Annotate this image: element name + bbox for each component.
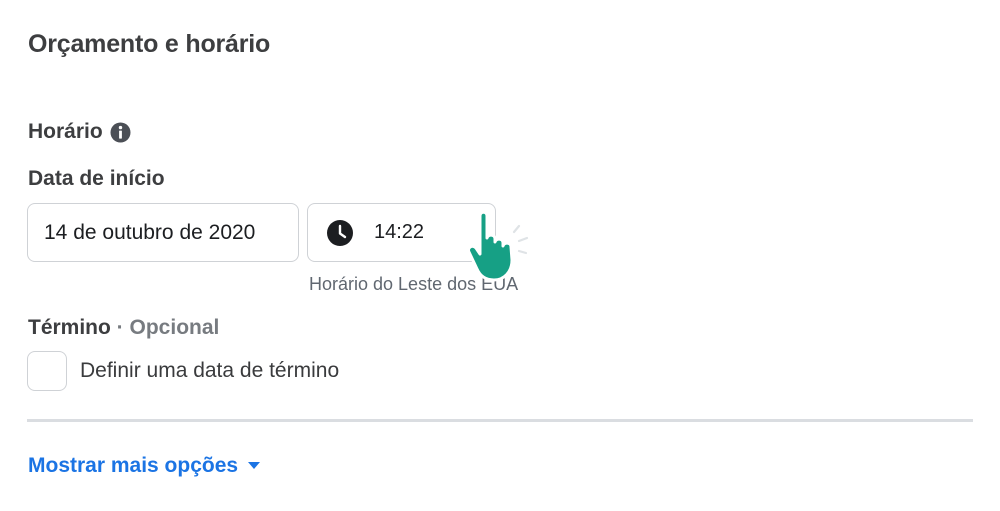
clock-icon [326,219,354,247]
end-label-text: Término [28,316,111,339]
end-label: Término · Opcional [28,316,219,340]
end-separator: · [110,316,130,339]
end-date-checkbox[interactable] [27,351,67,391]
divider [27,419,973,422]
start-date-label: Data de início [28,167,165,190]
pointer-hand-icon [462,208,540,288]
end-date-checkbox-label[interactable]: Definir uma data de término [80,359,339,383]
start-date-input[interactable]: 14 de outubro de 2020 [27,203,299,262]
start-time-value: 14:22 [374,221,425,243]
schedule-label-text: Horário [28,120,103,143]
more-options-label[interactable]: Mostrar mais opções [28,454,238,478]
end-optional-text: Opcional [129,316,220,339]
info-icon[interactable] [110,122,131,143]
section-title: Orçamento e horário [28,30,271,58]
caret-down-icon[interactable] [248,462,261,470]
end-date-row[interactable]: Definir uma data de término [27,351,339,391]
more-options-link[interactable]: Mostrar mais opções [28,454,261,478]
start-date-value: 14 de outubro de 2020 [44,220,256,244]
schedule-label: Horário [28,120,131,144]
